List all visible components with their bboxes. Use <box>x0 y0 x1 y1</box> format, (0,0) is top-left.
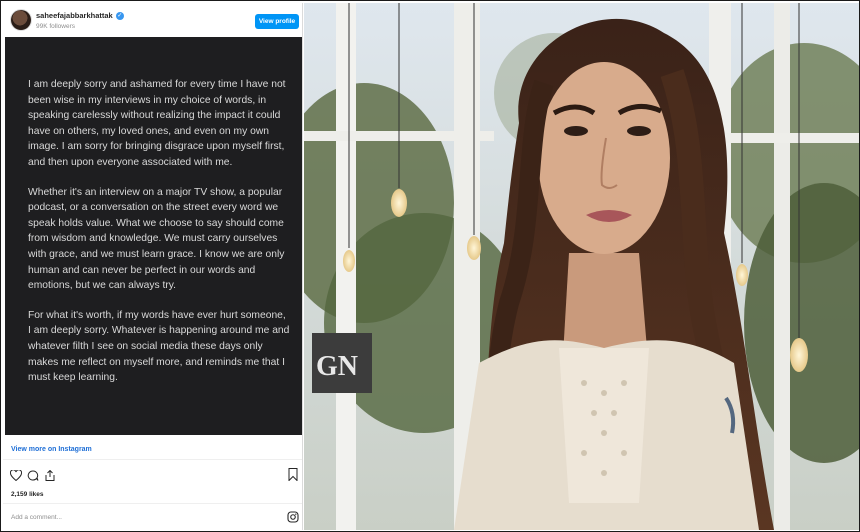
bookmark-icon[interactable] <box>288 468 298 486</box>
portrait-photo-illustration: GN <box>304 3 859 530</box>
divider <box>3 459 302 460</box>
comment-icon[interactable] <box>27 468 39 486</box>
followers-count: 99K followers <box>36 23 76 30</box>
instagram-icon[interactable] <box>287 510 299 528</box>
share-icon[interactable] <box>44 468 56 486</box>
post-text-image[interactable]: I am deeply sorry and ashamed for every … <box>5 37 302 435</box>
likes-count: 2,159 likes <box>11 491 44 498</box>
add-comment-input[interactable]: Add a comment... <box>11 514 62 521</box>
username-row: saheefajabbarkhattak ✓ <box>36 11 124 20</box>
post-paragraph: For what it's worth, if my words have ev… <box>28 309 290 384</box>
post-paragraph: I am deeply sorry and ashamed for every … <box>28 79 286 168</box>
sign-text: GN <box>316 351 358 382</box>
post-paragraph: Whether it's an interview on a major TV … <box>28 186 285 292</box>
divider <box>3 503 302 504</box>
verified-badge-icon: ✓ <box>115 11 124 20</box>
embed-header: saheefajabbarkhattak ✓ 99K followers Vie… <box>3 3 302 37</box>
view-more-link[interactable]: View more on Instagram <box>11 446 92 453</box>
instagram-embed: saheefajabbarkhattak ✓ 99K followers Vie… <box>3 3 303 530</box>
username[interactable]: saheefajabbarkhattak <box>36 11 113 20</box>
view-profile-button[interactable]: View profile <box>255 14 299 29</box>
portrait-photo: GN <box>304 3 859 530</box>
action-icons <box>9 468 56 486</box>
heart-icon[interactable] <box>9 468 23 486</box>
screenshot-frame: saheefajabbarkhattak ✓ 99K followers Vie… <box>0 0 860 532</box>
avatar[interactable] <box>11 10 31 30</box>
